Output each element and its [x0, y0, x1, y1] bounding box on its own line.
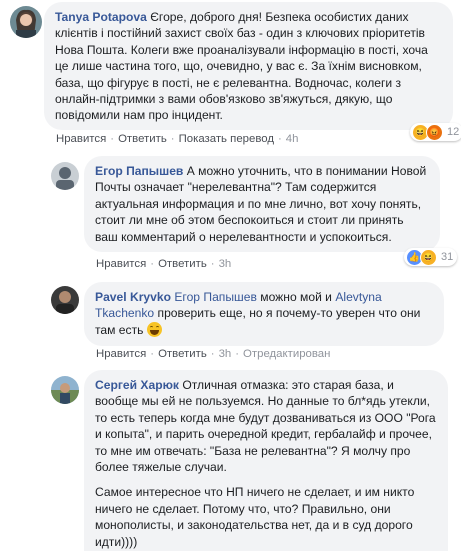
mention-link[interactable]: Егор Папышев: [174, 290, 257, 304]
comment-sergey: Сергей Харюк Отличная отмазка: это стара…: [0, 366, 461, 551]
avatar[interactable]: [10, 6, 42, 38]
grinning-emoji-icon: [146, 321, 162, 337]
comment-author[interactable]: Tanya Potapova: [55, 10, 147, 24]
comment-egor: Егор Папышев А можно уточнить, что в пон…: [0, 150, 461, 280]
like-link[interactable]: Нравится: [96, 348, 146, 360]
reaction-count: 12: [447, 126, 460, 138]
reaction-count: 31: [441, 251, 454, 263]
comment-bubble: Сергей Харюк Отличная отмазка: это стара…: [84, 370, 448, 551]
comment-pavel: Pavel Kryvko Егор Папышев можно мой и Al…: [0, 280, 461, 366]
like-link[interactable]: Нравится: [56, 133, 106, 145]
comment-author[interactable]: Егор Папышев: [95, 164, 183, 178]
comment-paragraph: Самое интересное что НП ничего не сделае…: [95, 485, 415, 549]
reply-link[interactable]: Ответить: [118, 133, 167, 145]
comment-author[interactable]: Pavel Kryvko: [95, 290, 171, 304]
timestamp[interactable]: 4h: [286, 133, 299, 145]
comment-author[interactable]: Сергей Харюк: [95, 378, 179, 392]
comment-text: можно мой и: [256, 290, 336, 304]
comment-text: Єгоре, доброго дня! Безпека особистих да…: [55, 10, 428, 123]
timestamp[interactable]: 3h: [219, 348, 232, 360]
comment-bubble: Pavel Kryvko Егор Папышев можно мой и Al…: [84, 282, 444, 346]
comment-bubble: Tanya Potapova Єгоре, доброго дня! Безпе…: [44, 2, 453, 130]
avatar[interactable]: [51, 376, 79, 404]
reply-link[interactable]: Ответить: [158, 348, 207, 360]
avatar[interactable]: [51, 162, 79, 190]
avatar[interactable]: [51, 286, 79, 314]
comment-tanya: Tanya Potapova Єгоре, доброго дня! Безпе…: [0, 0, 461, 150]
edited-label[interactable]: Отредактирован: [243, 348, 330, 360]
haha-icon: 😆: [420, 248, 437, 266]
comment-bubble: Егор Папышев А можно уточнить, что в пон…: [84, 156, 440, 252]
reactions-summary[interactable]: 👍 😆 31: [404, 248, 458, 266]
like-link[interactable]: Нравится: [96, 258, 146, 270]
comment-actions: Нравится · Ответить · 3h: [96, 258, 232, 270]
comment-paragraph: Сергей Харюк Отличная отмазка: это стара…: [95, 377, 437, 475]
angry-icon: 😡: [426, 123, 443, 141]
timestamp[interactable]: 3h: [219, 258, 232, 270]
comment-text: Отличная отмазка: это старая база, и воо…: [95, 378, 436, 475]
comment-actions: Нравится · Ответить · Показать перевод · 4h: [56, 133, 299, 145]
reply-link[interactable]: Ответить: [158, 258, 207, 270]
comment-actions: Нравится · Ответить · 3h · Отредактирован: [96, 348, 331, 360]
show-translation-link[interactable]: Показать перевод: [179, 133, 274, 145]
reactions-summary[interactable]: 😆 😡 12: [410, 123, 461, 141]
